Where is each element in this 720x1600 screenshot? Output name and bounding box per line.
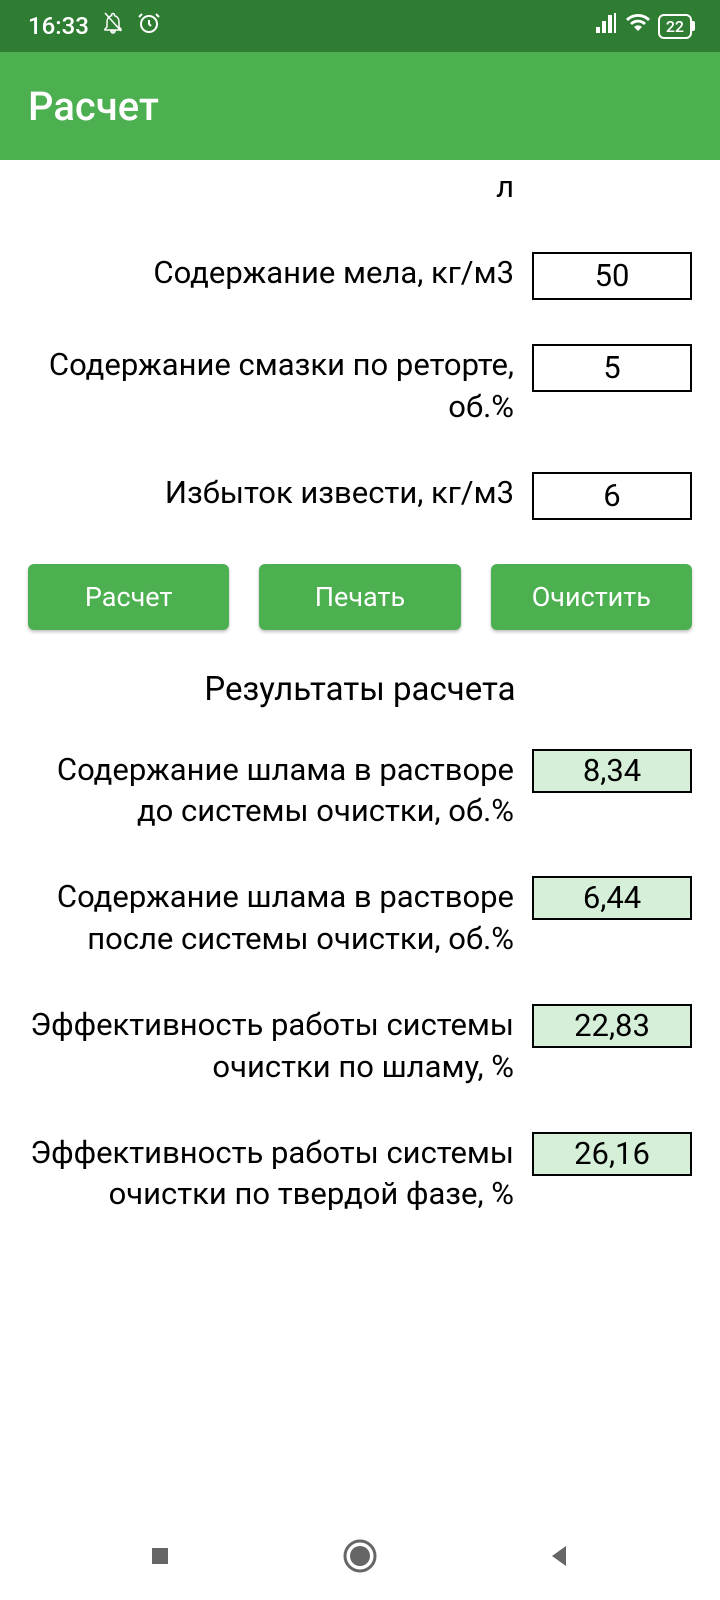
calc-button[interactable]: Расчет [28,564,229,630]
print-button[interactable]: Печать [259,564,460,630]
result-row-efficiency-sludge: Эффективность работы системы очистки по … [28,1004,692,1088]
status-time: 16:33 [28,12,89,40]
input-label-lubricant: Содержание смазки по реторте, об.% [28,344,514,428]
status-left: 16:33 [28,11,161,41]
result-row-sludge-after: Содержание шлама в растворе после систем… [28,876,692,960]
input-label-chalk: Содержание мела, кг/м3 [28,252,514,294]
app-bar: Расчет [0,52,720,160]
nav-back-button[interactable] [539,1535,581,1577]
input-label-lime: Избыток извести, кг/м3 [28,472,514,514]
signal-icon [594,11,618,41]
result-row-efficiency-solid: Эффективность работы системы очистки по … [28,1132,692,1216]
clear-button[interactable]: Очистить [491,564,692,630]
nav-home-button[interactable] [339,1535,381,1577]
input-row-lime: Избыток извести, кг/м3 [28,472,692,520]
result-label-sludge-after: Содержание шлама в растворе после систем… [28,876,514,960]
input-row-chalk: Содержание мела, кг/м3 [28,252,692,300]
notification-off-icon [101,11,125,41]
content[interactable]: Содержание хлоридов, мг/ л Содержание ме… [0,160,720,1512]
input-chalk[interactable] [532,252,692,300]
input-row-chlorides-partial: Содержание хлоридов, мг/ л [28,160,692,208]
input-row-lubricant: Содержание смазки по реторте, об.% [28,344,692,428]
wifi-icon [626,11,650,41]
result-value-sludge-after: 6,44 [532,876,692,920]
input-lime[interactable] [532,472,692,520]
result-value-efficiency-solid: 26,16 [532,1132,692,1176]
battery-level: 22 [666,17,684,36]
result-label-sludge-before: Содержание шлама в растворе до системы о… [28,749,514,833]
results-title: Результаты расчета [28,670,692,709]
result-value-efficiency-sludge: 22,83 [532,1004,692,1048]
page-title: Расчет [28,83,159,130]
battery-icon: 22 [658,14,692,39]
result-value-sludge-before: 8,34 [532,749,692,793]
status-bar: 16:33 22 [0,0,720,52]
status-right: 22 [594,11,692,41]
input-lubricant[interactable] [532,344,692,392]
result-label-efficiency-solid: Эффективность работы системы очистки по … [28,1132,514,1216]
input-label-chlorides: Содержание хлоридов, мг/ л [28,160,514,208]
nav-recent-button[interactable] [139,1535,181,1577]
nav-bar [0,1512,720,1600]
alarm-icon [137,11,161,41]
result-label-efficiency-sludge: Эффективность работы системы очистки по … [28,1004,514,1088]
button-row: Расчет Печать Очистить [28,564,692,630]
result-row-sludge-before: Содержание шлама в растворе до системы о… [28,749,692,833]
